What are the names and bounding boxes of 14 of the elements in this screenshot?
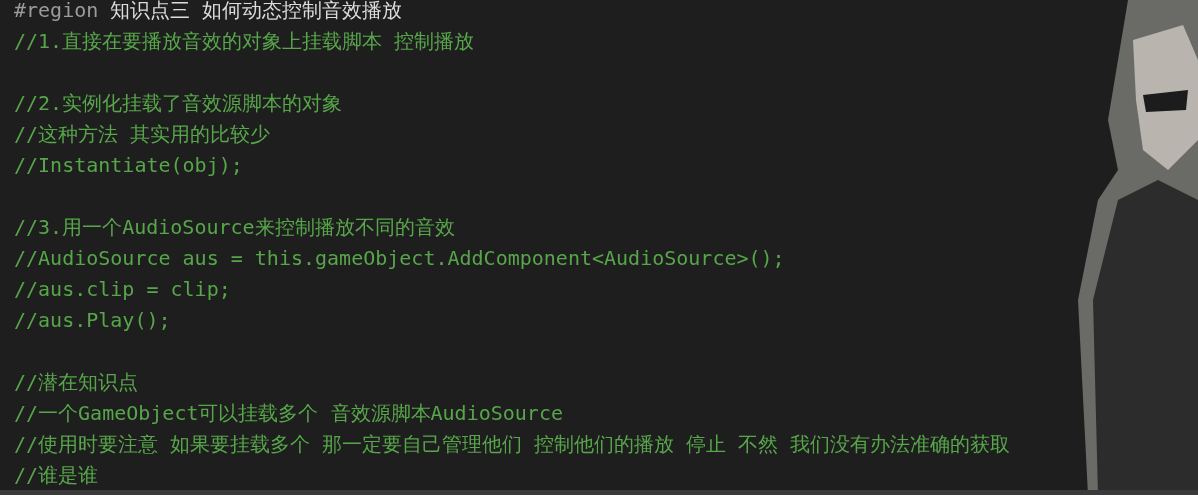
- code-comment: //这种方法 其实用的比较少: [14, 121, 271, 148]
- code-comment: //Instantiate(obj);: [14, 152, 243, 179]
- code-comment: //使用时要注意 如果要挂载多个 那一定要自己管理他们 控制他们的播放 停止 不然 我们没有办法准确的获取: [14, 431, 1011, 458]
- code-comment: //aus.Play();: [14, 307, 171, 334]
- code-comment: //1.直接在要播放音效的对象上挂载脚本 控制播放: [14, 28, 475, 55]
- code-comment: //谁是谁: [14, 462, 99, 489]
- region-name: 知识点三 如何动态控制音效播放: [110, 0, 403, 24]
- code-comment: //2.实例化挂载了音效源脚本的对象: [14, 90, 343, 117]
- code-comment: //aus.clip = clip;: [14, 276, 231, 303]
- region-keyword: #region: [14, 0, 99, 24]
- code-comment: //AudioSource aus = this.gameObject.AddComponent<AudioSource>();: [14, 245, 785, 272]
- code-comment: //一个GameObject可以挂载多个 音效源脚本AudioSource: [14, 400, 563, 427]
- code-comment: //3.用一个AudioSource来控制播放不同的音效: [14, 214, 455, 241]
- code-comment: //潜在知识点: [14, 369, 139, 396]
